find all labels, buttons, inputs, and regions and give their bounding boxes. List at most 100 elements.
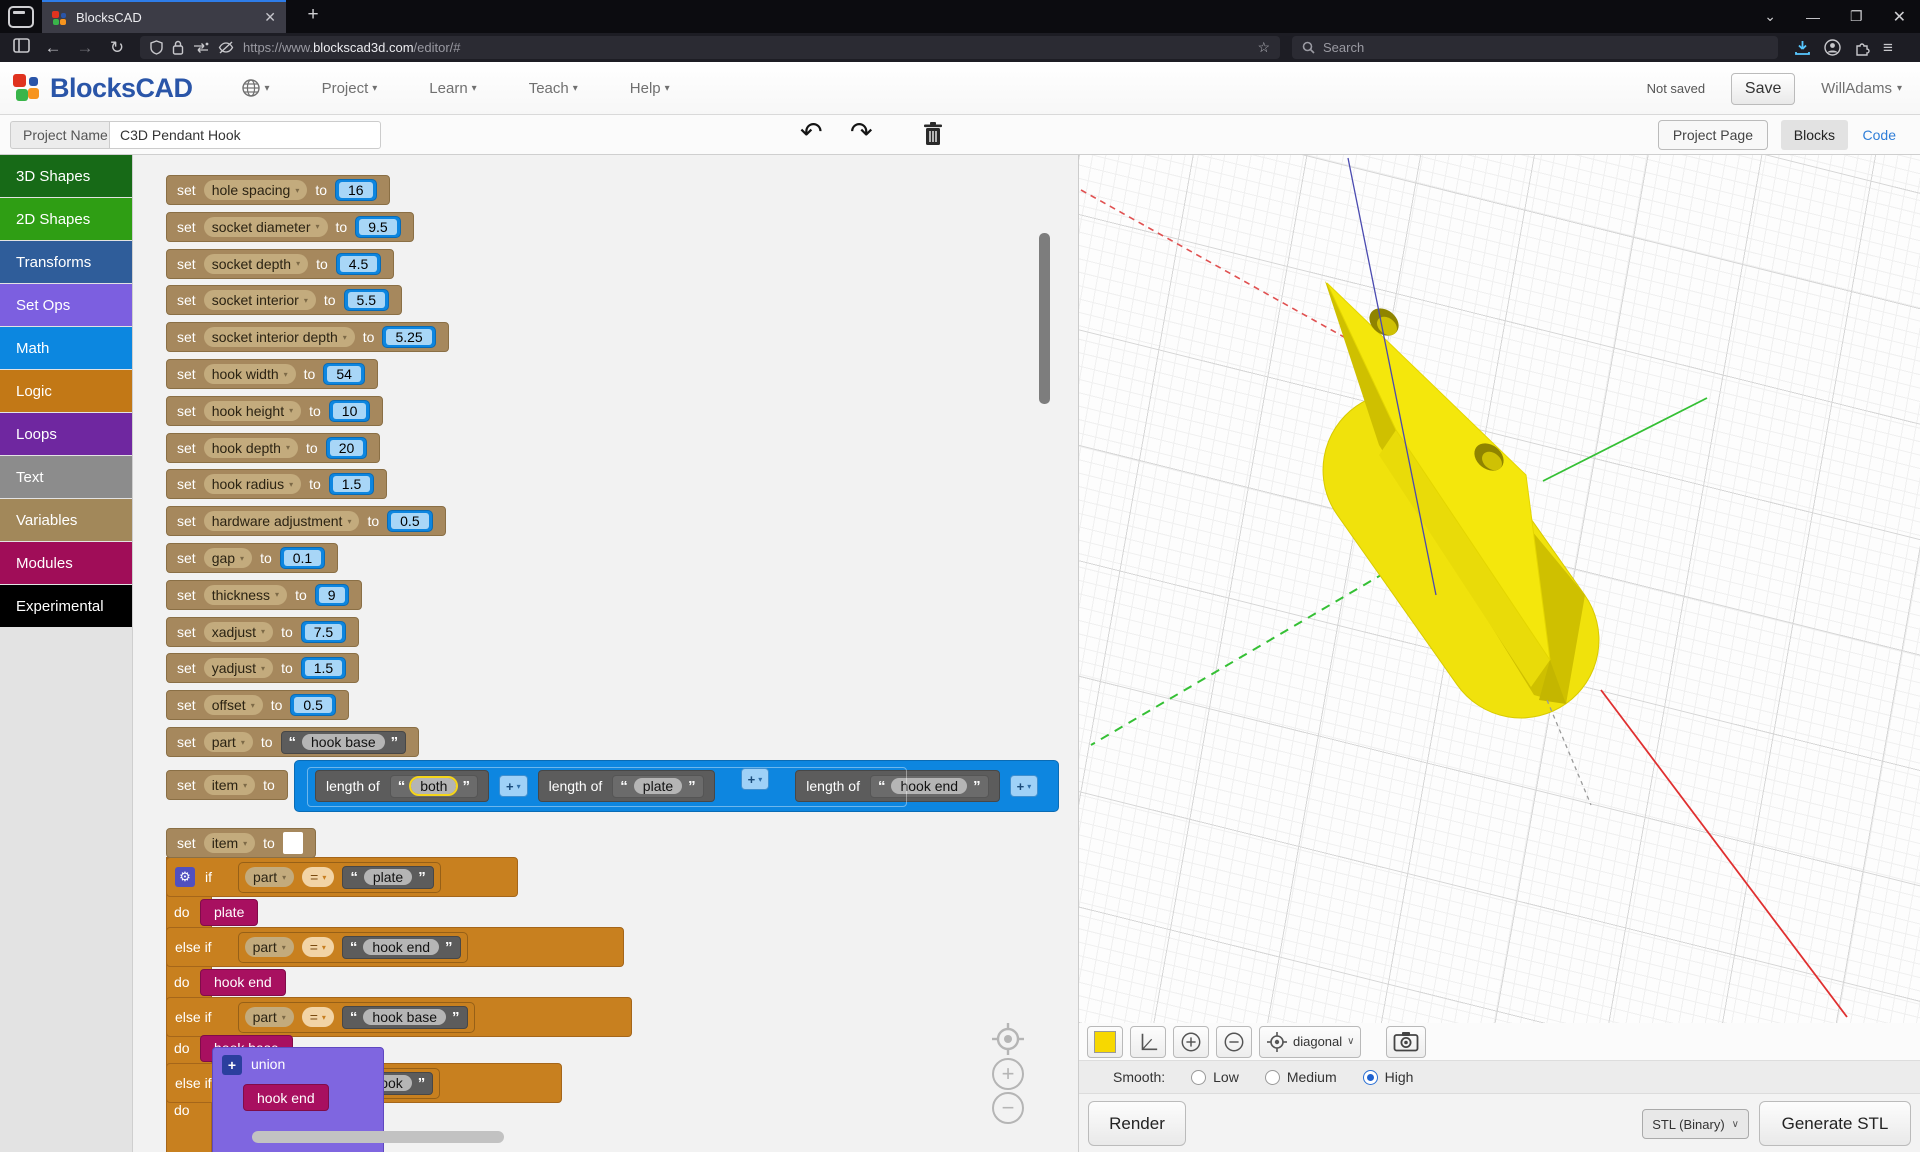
variable-dropdown-hook-radius[interactable]: hook radius▾	[204, 474, 301, 494]
do-row-union[interactable]: do+unionhook end	[166, 1095, 384, 1125]
condition-block[interactable]: part▾=▾“hook end”	[238, 932, 468, 963]
text-block[interactable]: “hook end”	[342, 936, 461, 959]
sidebar-item-variables[interactable]: Variables	[0, 499, 132, 541]
canvas-zoom-in-button[interactable]: +	[992, 1058, 1024, 1090]
number-block[interactable]: 10	[329, 400, 371, 422]
sidebar-item-math[interactable]: Math	[0, 327, 132, 369]
downloads-icon[interactable]	[1794, 40, 1811, 56]
variable-dropdown-hardware-adjustment[interactable]: hardware adjustment▾	[204, 511, 360, 531]
bookmark-star-icon[interactable]: ☆	[1257, 39, 1270, 56]
number-block[interactable]: 0.1	[280, 547, 325, 569]
variable-dropdown-item[interactable]: item▾	[204, 775, 255, 795]
variable-dropdown-offset[interactable]: offset▾	[204, 695, 263, 715]
sidebar-item-transforms[interactable]: Transforms	[0, 241, 132, 283]
trash-button[interactable]	[922, 121, 944, 152]
set-block-thickness[interactable]: setthickness▾to9	[166, 580, 362, 610]
menu-help[interactable]: Help▾	[630, 80, 670, 97]
number-block[interactable]: 1.5	[329, 473, 374, 495]
condition-block[interactable]: part▾=▾“hook base”	[238, 1002, 475, 1033]
set-block-hardware-adjustment[interactable]: sethardware adjustment▾to0.5	[166, 506, 446, 536]
do-row-hook-end[interactable]: dohook end	[166, 967, 286, 997]
variable-dropdown-hook-depth[interactable]: hook depth▾	[204, 438, 298, 458]
sidebar-item-logic[interactable]: Logic	[0, 370, 132, 412]
menu-project[interactable]: Project▾	[322, 80, 378, 97]
set-block-hook-height[interactable]: sethook height▾to10	[166, 396, 383, 426]
menu-teach[interactable]: Teach▾	[529, 80, 578, 97]
new-tab-button[interactable]: +	[300, 4, 326, 26]
variable-dropdown-hole-spacing[interactable]: hole spacing▾	[204, 180, 308, 200]
user-menu[interactable]: WillAdams▾	[1821, 80, 1902, 97]
variable-dropdown-yadjust[interactable]: yadjust▾	[204, 658, 273, 678]
minimize-icon[interactable]: —	[1806, 9, 1820, 25]
number-block[interactable]: 0.5	[387, 510, 432, 532]
text-block[interactable]: “plate”	[342, 866, 433, 889]
menu-hamburger-icon[interactable]: ≡	[1883, 38, 1893, 58]
undo-button[interactable]: ↶	[800, 117, 823, 148]
plus-mutator-button[interactable]: +▾	[741, 768, 770, 790]
variable-dropdown-part[interactable]: part▾	[204, 732, 253, 752]
variable-dropdown-gap[interactable]: gap▾	[204, 548, 252, 568]
set-block-item-empty[interactable]: setitem▾to	[166, 828, 316, 858]
do-row-plate[interactable]: doplate	[166, 897, 258, 927]
tab-code[interactable]: Code	[1853, 120, 1906, 150]
account-icon[interactable]	[1824, 39, 1841, 56]
condition-block[interactable]: part▾ =▾ “plate”	[238, 862, 441, 893]
variable-dropdown-socket-interior-depth[interactable]: socket interior depth▾	[204, 327, 355, 347]
url-bar[interactable]: https://www.blockscad3d.com/editor/# ☆	[140, 36, 1280, 59]
redo-button[interactable]: ↷	[850, 117, 873, 148]
sidebar-item-3d-shapes[interactable]: 3D Shapes	[0, 155, 132, 197]
set-block-gap[interactable]: setgap▾to0.1	[166, 543, 338, 573]
variable-dropdown-socket-interior[interactable]: socket interior▾	[204, 290, 316, 310]
sidebar-item-set-ops[interactable]: Set Ops	[0, 284, 132, 326]
shield-icon[interactable]	[150, 40, 163, 55]
view-angle-dropdown[interactable]: diagonal ∨	[1259, 1026, 1361, 1058]
smooth-option-high[interactable]: High	[1363, 1069, 1414, 1085]
equals-dropdown[interactable]: =▾	[302, 1007, 334, 1027]
search-box[interactable]: Search	[1292, 36, 1778, 59]
plus-mutator-button[interactable]: +▾	[499, 775, 528, 797]
recenter-icon[interactable]	[990, 1021, 1026, 1062]
text-block[interactable]: “hook base”	[281, 731, 407, 754]
render-viewport[interactable]: diagonal ∨ Smooth: Low Medium High Rende…	[1078, 155, 1920, 1152]
set-block-hook-width[interactable]: sethook width▾to54	[166, 359, 378, 389]
back-icon[interactable]: ←	[40, 38, 66, 58]
number-block[interactable]: 5.25	[382, 326, 435, 348]
variable-dropdown-thickness[interactable]: thickness▾	[204, 585, 287, 605]
equals-dropdown[interactable]: =▾	[302, 937, 334, 957]
firefox-view-icon[interactable]	[8, 6, 34, 28]
text-block[interactable]: “hook end”	[870, 775, 989, 798]
tab-close-icon[interactable]: ✕	[264, 9, 276, 26]
close-icon[interactable]: ✕	[1893, 7, 1906, 27]
set-block-yadjust[interactable]: setyadjust▾to1.5	[166, 653, 359, 683]
restore-icon[interactable]: ❐	[1850, 8, 1863, 25]
number-block[interactable]: 7.5	[301, 621, 346, 643]
lock-icon[interactable]	[172, 40, 184, 55]
equals-dropdown[interactable]: =▾	[302, 867, 334, 887]
blocks-canvas[interactable]: ⚙ifpart▾=▾“plate”doplateelse ifpart▾=▾“h…	[134, 155, 1078, 1152]
blockscad-logo[interactable]: BlocksCAD	[12, 71, 193, 105]
number-block[interactable]: 20	[326, 437, 368, 459]
mutator-gear-icon[interactable]: ⚙	[175, 867, 195, 887]
sidebar-item-modules[interactable]: Modules	[0, 542, 132, 584]
tracking-protection-off-icon[interactable]	[218, 41, 234, 54]
viewer-zoom-in-button[interactable]	[1173, 1026, 1209, 1058]
empty-value-socket[interactable]	[283, 832, 303, 854]
canvas-zoom-out-button[interactable]: −	[992, 1092, 1024, 1124]
text-block[interactable]: “both”	[390, 775, 478, 798]
set-block-socket-depth[interactable]: setsocket depth▾to4.5	[166, 249, 394, 279]
sidebar-item-experimental[interactable]: Experimental	[0, 585, 132, 627]
module-call-plate[interactable]: plate	[200, 899, 258, 926]
number-block[interactable]: 4.5	[336, 253, 381, 275]
variable-dropdown-part[interactable]: part▾	[245, 867, 294, 887]
menu-learn[interactable]: Learn▾	[429, 80, 476, 97]
stl-format-select[interactable]: STL (Binary)∨	[1642, 1109, 1749, 1139]
else-if-row-hook-base[interactable]: else ifpart▾=▾“hook base”	[166, 997, 632, 1037]
text-block[interactable]: “plate”	[612, 775, 703, 798]
variable-dropdown-part[interactable]: part▾	[245, 1007, 294, 1027]
length-of-block[interactable]: length of“both”	[315, 770, 489, 802]
variable-dropdown-socket-diameter[interactable]: socket diameter▾	[204, 217, 328, 237]
length-of-block[interactable]: length of“plate”	[538, 770, 715, 802]
extensions-icon[interactable]	[1854, 40, 1870, 56]
forward-icon[interactable]: →	[72, 38, 98, 58]
sidebar-toggle-icon[interactable]	[8, 38, 34, 58]
